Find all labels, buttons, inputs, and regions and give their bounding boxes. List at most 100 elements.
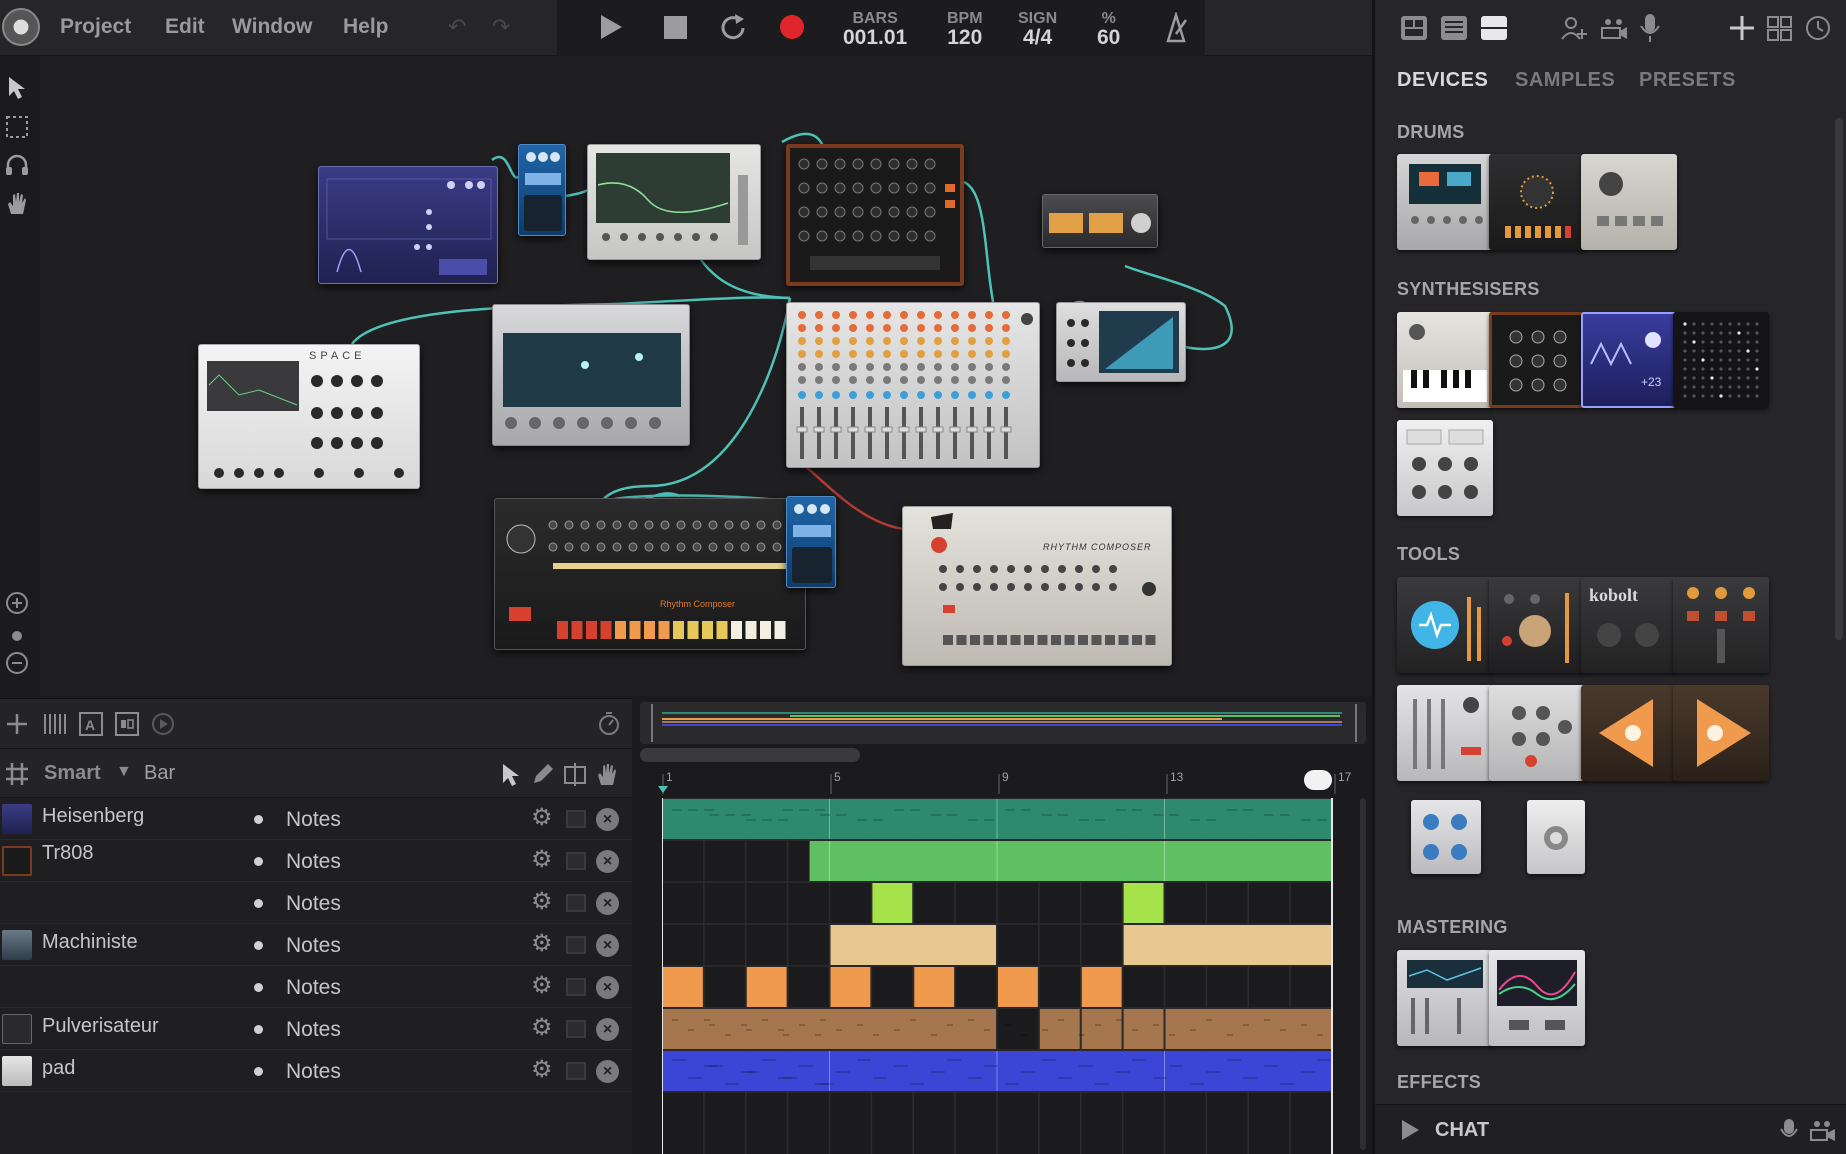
device-thumb-drum-3[interactable] [1581, 154, 1677, 250]
device-thumb-tool-10[interactable] [1527, 800, 1585, 874]
expand-icon[interactable] [566, 852, 586, 870]
menu-edit[interactable]: Edit [165, 15, 205, 39]
device-thumb-tool-1[interactable] [1397, 577, 1493, 673]
track-name[interactable]: Heisenberg [42, 805, 144, 828]
chat-expand-icon[interactable] [1399, 1118, 1421, 1142]
undo-icon[interactable]: ↶ [448, 14, 466, 40]
timer-icon[interactable] [596, 711, 622, 737]
lane-label[interactable]: Notes [286, 1018, 341, 1042]
device-thumb-mastering-2[interactable] [1489, 950, 1585, 1046]
pointer-tool-icon[interactable] [4, 74, 30, 100]
mute-dot[interactable] [254, 983, 263, 992]
mute-dot[interactable] [254, 899, 263, 908]
plugin-icon[interactable] [1765, 14, 1795, 42]
gear-icon[interactable]: ⚙ [531, 974, 553, 998]
app-logo[interactable] [2, 8, 40, 46]
tab-presets[interactable]: PRESETS [1639, 69, 1736, 92]
space-reverb-device[interactable]: SPACE [198, 344, 420, 489]
track-row[interactable]: Notes ⚙ × [0, 966, 632, 1008]
tab-samples[interactable]: SAMPLES [1515, 69, 1615, 92]
redo-icon[interactable]: ↷ [492, 14, 510, 40]
bpm-display[interactable]: BPM 120 [947, 11, 983, 49]
pedal-effect-device-2[interactable] [786, 496, 836, 588]
close-icon[interactable]: × [596, 892, 619, 915]
rhythm-composer-909-device[interactable]: RHYTHM COMPOSER [902, 506, 1172, 666]
grid-unit-select[interactable]: Bar [144, 762, 175, 785]
compressor-device[interactable] [1042, 194, 1158, 248]
track-row[interactable]: Pulverisateur Notes ⚙ × [0, 1008, 632, 1050]
sequencer-tool-device[interactable] [492, 304, 690, 446]
close-icon[interactable]: × [596, 850, 619, 873]
grid-icon[interactable] [4, 761, 30, 787]
chevron-down-icon[interactable]: ▼ [116, 763, 132, 781]
lane-label[interactable]: Notes [286, 850, 341, 874]
add-icon[interactable] [1727, 14, 1757, 42]
zoom-in-icon[interactable] [4, 590, 30, 616]
expand-icon[interactable] [566, 894, 586, 912]
track-name[interactable]: Machiniste [42, 931, 138, 954]
timeline-ruler[interactable]: 1 5 9 13 17 [632, 766, 1372, 794]
zoom-out-icon[interactable] [4, 650, 30, 676]
bars-display[interactable]: BARS 001.01 [843, 11, 907, 49]
tab-devices[interactable]: DEVICES [1397, 69, 1488, 92]
heisenberg-synth-device[interactable] [318, 166, 498, 284]
browser-scrollbar[interactable] [1835, 118, 1843, 640]
device-thumb-synth-1[interactable] [1397, 312, 1493, 408]
close-icon[interactable]: × [596, 1060, 619, 1083]
grid-mode-select[interactable]: Smart [44, 762, 101, 785]
gear-icon[interactable]: ⚙ [531, 1016, 553, 1040]
track-row[interactable]: Notes ⚙ × [0, 882, 632, 924]
hand-tool-icon[interactable] [4, 190, 30, 216]
expand-icon[interactable] [566, 1062, 586, 1080]
close-icon[interactable]: × [596, 808, 619, 831]
mute-dot[interactable] [254, 857, 263, 866]
history-clock-icon[interactable] [1803, 14, 1833, 42]
stop-icon[interactable] [663, 16, 689, 40]
device-thumb-drum-1[interactable] [1397, 154, 1493, 250]
split-tool-icon[interactable] [562, 761, 588, 787]
record-icon[interactable] [777, 12, 807, 42]
gear-icon[interactable]: ⚙ [531, 890, 553, 914]
mute-dot[interactable] [254, 1067, 263, 1076]
track-row[interactable]: Heisenberg Notes ⚙ × [0, 798, 632, 840]
video-group-icon[interactable] [1599, 14, 1629, 42]
expand-icon[interactable] [566, 810, 586, 828]
play-icon[interactable] [597, 12, 625, 42]
track-name[interactable]: Pulverisateur [42, 1015, 159, 1038]
mute-dot[interactable] [254, 1025, 263, 1034]
add-track-icon[interactable] [4, 711, 30, 737]
select-tool-icon[interactable] [498, 761, 524, 787]
device-thumb-synth-4[interactable] [1673, 312, 1769, 408]
expand-icon[interactable] [566, 936, 586, 954]
automation-icon[interactable]: A [78, 711, 104, 737]
track-name[interactable]: Tr808 [42, 842, 94, 865]
lane-label[interactable]: Notes [286, 892, 341, 916]
pedal-effect-device[interactable] [518, 144, 566, 236]
equalizer-device[interactable] [587, 144, 761, 260]
track-name[interactable]: pad [42, 1057, 75, 1080]
marquee-tool-icon[interactable] [4, 114, 30, 140]
device-thumb-tool-5[interactable] [1397, 685, 1493, 781]
device-thumb-drum-2[interactable] [1489, 154, 1585, 250]
rhythm-composer-808-device[interactable]: Rhythm Composer [494, 498, 806, 650]
chat-video-icon[interactable] [1809, 1117, 1837, 1143]
arrangement-view[interactable]: 1 5 9 13 17 [632, 698, 1372, 1154]
device-thumb-tool-7[interactable] [1581, 685, 1677, 781]
follow-icon[interactable] [150, 711, 176, 737]
chat-microphone-icon[interactable] [1779, 1117, 1799, 1143]
track-row[interactable]: Tr808 Notes ⚙ × [0, 840, 632, 882]
microphone-icon[interactable] [1637, 12, 1663, 44]
menu-project[interactable]: Project [60, 15, 131, 39]
swing-display[interactable]: % 60 [1097, 11, 1120, 49]
device-thumb-tool-4[interactable] [1673, 577, 1769, 673]
layout-list-icon[interactable] [1439, 14, 1469, 42]
menu-window[interactable]: Window [232, 15, 312, 39]
device-thumb-synth-3[interactable]: +23 [1581, 312, 1677, 408]
clip-grid[interactable] [662, 798, 1364, 1154]
track-row[interactable]: Machiniste Notes ⚙ × [0, 924, 632, 966]
arrangement-overview[interactable] [640, 702, 1366, 744]
device-thumb-tool-6[interactable] [1489, 685, 1585, 781]
lane-label[interactable]: Notes [286, 808, 341, 832]
close-icon[interactable]: × [596, 1018, 619, 1041]
gear-icon[interactable]: ⚙ [531, 848, 553, 872]
